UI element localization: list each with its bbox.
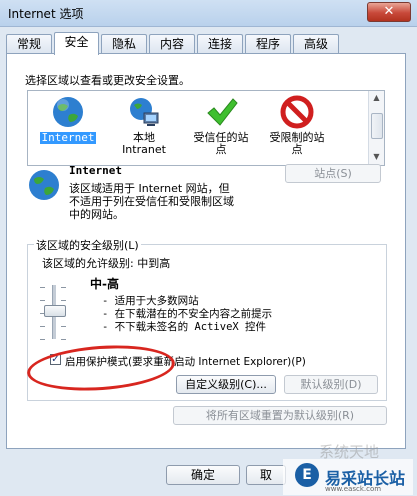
tab-content[interactable]: 内容 [149,34,195,53]
default-level-button[interactable]: 默认级别(D) [284,375,378,394]
slider-tick [40,300,45,301]
network-icon [130,98,159,126]
selected-zone-globe-icon [29,170,59,200]
close-button[interactable]: ✕ [367,2,411,22]
globe-icon [53,97,83,127]
watermark-url: www.easck.com [325,485,382,493]
close-icon: ✕ [383,4,395,19]
watermark-faint-text: 系统天地 [319,443,380,461]
tab-privacy[interactable]: 隐私 [101,34,147,53]
zone-restricted-label: 受限制的站 点 [269,131,325,156]
security-panel: 选择区域以查看或更改安全设置。 Internet 本地 Intranet 受信任… [6,53,406,449]
slider-tick [61,339,66,340]
security-level-group: 该区域的安全级别(L) 该区域的允许级别: 中到高 中-高 - 适用于大多数网站… [27,237,387,401]
zone-internet[interactable]: Internet [38,95,98,144]
zone-trusted[interactable]: 受信任的站 点 [184,95,258,156]
tab-security[interactable]: 安全 [54,32,99,55]
selected-zone-description: 该区域适用于 Internet 网站，但 不适用于列在受信任和受限制区域 中的网… [69,182,234,221]
scroll-up-icon[interactable]: ▲ [371,93,382,104]
tab-advanced[interactable]: 高级 [293,34,339,53]
zone-trusted-label: 受信任的站 点 [193,131,249,156]
protected-mode-checkbox[interactable]: ✓ [50,354,61,365]
ok-button[interactable]: 确定 [166,465,240,485]
reset-all-zones-button[interactable]: 将所有区域重置为默认级别(R) [173,406,387,425]
check-icon: ✓ [51,354,60,365]
sites-button[interactable]: 站点(S) [285,164,381,183]
custom-level-button[interactable]: 自定义级别(C)... [176,375,276,394]
slider-tick [40,287,45,288]
protected-mode-label[interactable]: 启用保护模式(要求重新启动 Internet Explorer)(P) [65,354,306,369]
selected-zone-title: Internet [69,164,122,177]
slider-tick [40,339,45,340]
watermark: 系统天地 E 易采站长站 www.easck.com [283,443,413,495]
slider-tick [61,326,66,327]
zone-restricted[interactable]: 受限制的站 点 [260,95,334,156]
no-entry-icon [280,95,314,129]
zone-list[interactable]: Internet 本地 Intranet 受信任的站 点 受限制的站 点 ▲ ▼ [27,90,385,166]
tab-connections[interactable]: 连接 [197,34,243,53]
watermark-logo-icon: E [295,463,319,487]
zone-intranet-label: 本地 Intranet [122,131,166,156]
slider-tick [40,326,45,327]
scroll-down-icon[interactable]: ▼ [371,152,382,163]
allowed-level-text: 该区域的允许级别: 中到高 [42,257,171,270]
checkmark-icon [207,98,238,126]
scroll-thumb[interactable] [371,113,383,139]
level-description-item: - 不下载未签名的 ActiveX 控件 [102,321,267,333]
title-bar: Internet 选项 ✕ [0,0,417,27]
zone-internet-label: Internet [39,131,97,144]
tab-general[interactable]: 常规 [6,34,52,53]
slider-tick [61,300,66,301]
window-title: Internet 选项 [8,7,84,21]
zone-scrollbar[interactable]: ▲ ▼ [368,91,384,165]
security-slider-thumb[interactable] [44,305,66,317]
security-level-name: 中-高 [90,277,119,291]
zone-intranet[interactable]: 本地 Intranet [114,95,174,156]
security-level-title: 该区域的安全级别(L) [34,237,141,253]
cancel-button[interactable]: 取 [246,465,286,485]
slider-tick [61,287,66,288]
zone-instruction: 选择区域以查看或更改安全设置。 [25,74,190,87]
tab-programs[interactable]: 程序 [245,34,291,53]
